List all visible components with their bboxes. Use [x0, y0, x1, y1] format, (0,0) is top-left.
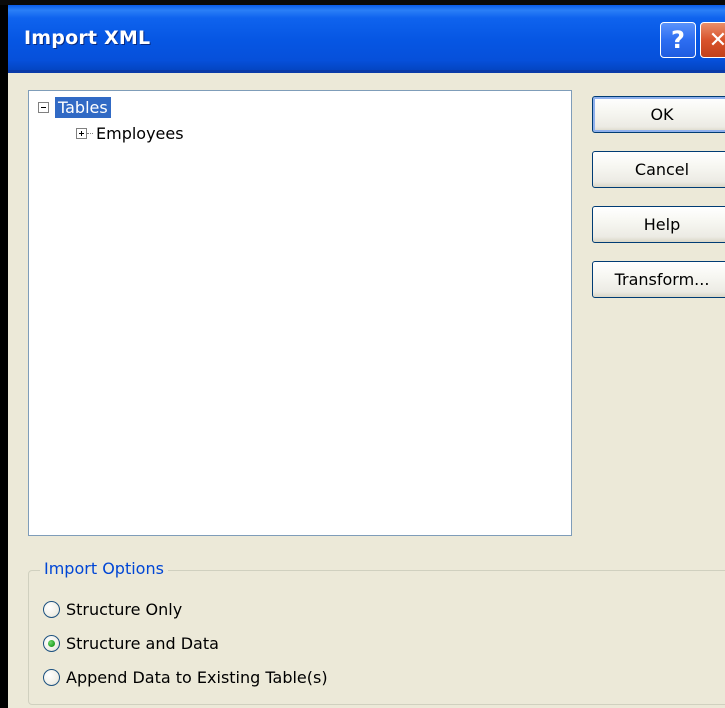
cancel-button[interactable]: Cancel	[592, 151, 725, 188]
close-button[interactable]: ✕	[700, 22, 725, 58]
radio-label: Structure and Data	[66, 633, 219, 653]
tree-node-tables[interactable]: Tables	[38, 96, 111, 118]
transform-button[interactable]: Transform...	[592, 261, 725, 298]
radio-icon[interactable]	[43, 668, 60, 686]
tree-node-label[interactable]: Tables	[55, 96, 111, 118]
collapse-icon[interactable]	[38, 101, 49, 113]
import-xml-dialog: Import XML ? ✕ Tables Employees OK Cance…	[8, 5, 725, 708]
question-mark-icon: ?	[671, 26, 685, 54]
radio-structure-and-data[interactable]: Structure and Data	[43, 631, 219, 655]
title-bar[interactable]: Import XML ? ✕	[8, 5, 725, 73]
help-button[interactable]: Help	[592, 206, 725, 243]
dialog-body: Tables Employees OK Cancel Help Transfor…	[8, 73, 725, 708]
expand-icon[interactable]	[76, 127, 87, 139]
import-options-group: Import Options Structure Only Structure …	[28, 559, 725, 705]
radio-icon[interactable]	[43, 600, 60, 618]
radio-structure-only[interactable]: Structure Only	[43, 597, 182, 621]
help-title-button[interactable]: ?	[660, 22, 696, 58]
dialog-title: Import XML	[24, 27, 151, 49]
radio-append-data[interactable]: Append Data to Existing Table(s)	[43, 665, 328, 689]
tree-node-employees[interactable]: Employees	[76, 122, 187, 144]
import-options-legend: Import Options	[40, 559, 168, 578]
xml-tree-view[interactable]: Tables Employees	[28, 90, 572, 536]
close-icon: ✕	[708, 27, 725, 53]
radio-label: Structure Only	[66, 599, 183, 619]
radio-label: Append Data to Existing Table(s)	[66, 667, 328, 687]
ok-button[interactable]: OK	[592, 96, 725, 133]
screen-edge-left	[0, 0, 8, 708]
tree-node-label[interactable]: Employees	[93, 123, 187, 144]
radio-checked-icon[interactable]	[43, 634, 60, 652]
